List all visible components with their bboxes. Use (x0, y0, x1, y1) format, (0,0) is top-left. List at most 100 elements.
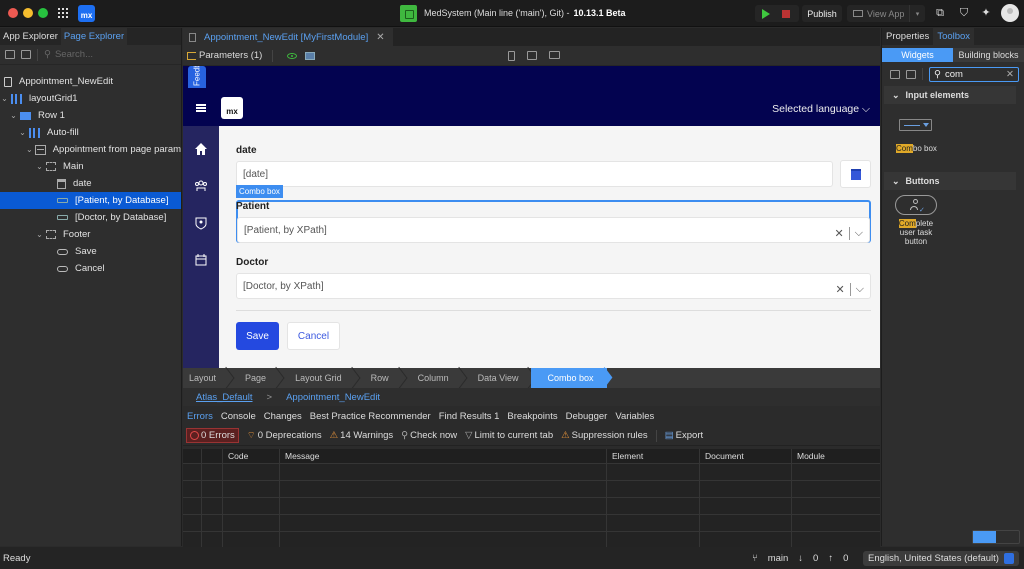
chevron-down-icon[interactable]: ⌄ (0, 94, 9, 103)
calendar-button[interactable] (840, 160, 871, 188)
toolbox-item-combo-box[interactable]: Combo box (882, 104, 1024, 170)
column-header-document[interactable]: Document (700, 449, 792, 463)
breadcrumb-item[interactable]: Column (402, 368, 462, 388)
column-header[interactable] (202, 449, 223, 463)
collapse-all-icon[interactable] (890, 69, 900, 79)
structure-mode-icon[interactable] (305, 51, 316, 60)
toolbox-search-input[interactable]: ⚲ com ✕ (929, 66, 1019, 82)
tab-variables[interactable]: Variables (615, 411, 654, 422)
layout-link[interactable]: Atlas_Default (196, 392, 253, 403)
deprecations-filter[interactable]: ⌔ 0 Deprecations (247, 430, 322, 441)
column-header-module[interactable]: Module (792, 449, 880, 463)
eye-icon[interactable] (287, 52, 298, 59)
maximize-window-button[interactable] (38, 8, 48, 18)
language-selector[interactable]: Selected language ⌵ (772, 103, 870, 116)
phone-icon[interactable] (508, 51, 515, 61)
tablet-icon[interactable] (527, 51, 537, 60)
tab-console[interactable]: Console (221, 411, 256, 422)
section-buttons[interactable]: ⌄ Buttons (884, 172, 1016, 190)
page-link[interactable]: Appointment_NewEdit (286, 392, 380, 403)
tab-page-explorer[interactable]: Page Explorer (60, 28, 128, 45)
chevron-down-icon[interactable]: ⌵ (855, 227, 863, 240)
save-button[interactable]: Save (236, 322, 279, 350)
tab-best-practice[interactable]: Best Practice Recommender (310, 411, 431, 422)
tab-properties[interactable]: Properties (882, 28, 933, 45)
breadcrumb-item[interactable]: Layout Grid (279, 368, 355, 388)
tree-node[interactable]: Cancel (0, 260, 181, 277)
tab-app-explorer[interactable]: App Explorer (0, 28, 61, 45)
hamburger-icon[interactable] (196, 104, 206, 112)
search-input[interactable]: ⚲ Search... (44, 49, 93, 60)
run-icon[interactable] (762, 8, 770, 19)
check-now-button[interactable]: ⚲ Check now (401, 430, 457, 441)
parameters-button[interactable]: Parameters (1) (187, 50, 262, 61)
tab-errors[interactable]: Errors (187, 411, 213, 422)
date-input[interactable]: [date] (236, 161, 833, 187)
tab-toolbox[interactable]: Toolbox (933, 28, 975, 45)
toolbox-item-complete-user-task-button[interactable]: ✓ Complete user task button (882, 190, 1024, 270)
column-header-code[interactable]: Code (223, 449, 280, 463)
view-app-button[interactable]: View App ▾ (847, 5, 925, 22)
chevron-down-icon[interactable]: ⌄ (18, 128, 27, 137)
chevron-down-icon[interactable]: ⌵ (856, 283, 864, 296)
clear-icon[interactable]: ✕ (834, 227, 843, 240)
clear-icon[interactable]: ✕ (835, 283, 844, 296)
cancel-button[interactable]: Cancel (287, 322, 340, 350)
collapse-all-icon[interactable] (5, 50, 15, 59)
clear-icon[interactable]: ✕ (1006, 69, 1014, 80)
chevron-down-icon[interactable]: ▾ (909, 5, 925, 22)
tree-node[interactable]: [Doctor, by Database] (0, 209, 181, 226)
feedback-tab[interactable]: Feedback (188, 66, 206, 88)
suppression-rules-button[interactable]: ⚠ Suppression rules (561, 430, 648, 441)
publish-button[interactable]: Publish (802, 5, 842, 22)
git-status[interactable]: ⑂ main ↓ 0 ↑ 0 (752, 553, 848, 564)
tree-node[interactable]: ⌄ layoutGrid1 (0, 90, 181, 107)
tree-node[interactable]: ⌄ Row 1 (0, 107, 181, 124)
users-icon[interactable] (194, 179, 208, 193)
expand-all-icon[interactable] (21, 50, 31, 59)
tree-node[interactable]: Save (0, 243, 181, 260)
limit-filter-button[interactable]: ▽ Limit to current tab (465, 430, 553, 441)
segment-widgets[interactable]: Widgets (882, 48, 953, 62)
doc-tab[interactable]: Appointment_NewEdit [MyFirstModule] ✕ (183, 28, 393, 46)
section-input-elements[interactable]: ⌄ Input elements (884, 86, 1016, 104)
home-icon[interactable] (194, 142, 208, 156)
tree-node[interactable]: ⌄ Main (0, 158, 181, 175)
tree-node[interactable]: date (0, 175, 181, 192)
doctor-combo-box[interactable]: [Doctor, by XPath] ✕ ⌵ (236, 273, 871, 299)
chevron-down-icon[interactable]: ⌄ (35, 162, 44, 171)
segment-building-blocks[interactable]: Building blocks (953, 48, 1024, 62)
tab-find-results[interactable]: Find Results 1 (439, 411, 500, 422)
chevron-down-icon[interactable]: ⌄ (35, 230, 44, 239)
close-window-button[interactable] (8, 8, 18, 18)
breadcrumb-item-active[interactable]: Combo box (531, 368, 607, 388)
expand-all-icon[interactable] (906, 69, 916, 79)
app-grid-icon[interactable] (58, 8, 68, 18)
chevron-down-icon[interactable]: ⌄ (26, 145, 33, 154)
list-view-icon[interactable] (996, 531, 1019, 543)
patient-combo-box[interactable]: [Patient, by XPath] ✕ ⌵ (237, 217, 870, 243)
breadcrumb-item[interactable]: Data View (462, 368, 532, 388)
column-header-message[interactable]: Message (280, 449, 607, 463)
breadcrumb-item[interactable]: Row (355, 368, 402, 388)
feedback-icon[interactable]: ⧉ (934, 7, 946, 19)
tab-breakpoints[interactable]: Breakpoints (507, 411, 557, 422)
export-button[interactable]: ▤ Export (665, 430, 703, 441)
tree-node[interactable]: ⌄ Auto-fill (0, 124, 181, 141)
language-select[interactable]: English, United States (default) (863, 551, 1019, 566)
stop-icon[interactable] (782, 9, 790, 18)
breadcrumb-item[interactable]: Layout (183, 368, 229, 388)
tree-node-selected[interactable]: [Patient, by Database] (0, 192, 181, 209)
errors-filter[interactable]: 0 Errors (186, 428, 239, 443)
shield-icon[interactable] (194, 216, 208, 230)
tree-node[interactable]: ⌄ Footer (0, 226, 181, 243)
sparkle-icon[interactable]: ✦ (980, 7, 992, 19)
marketplace-icon[interactable]: ⛉ (958, 7, 970, 19)
column-header-element[interactable]: Element (607, 449, 700, 463)
tree-node[interactable]: Appointment_NewEdit (0, 73, 181, 90)
tab-debugger[interactable]: Debugger (566, 411, 608, 422)
desktop-icon[interactable] (549, 51, 560, 59)
chevron-down-icon[interactable]: ⌄ (9, 111, 18, 120)
column-header[interactable] (183, 449, 202, 463)
breadcrumb-item[interactable]: Page (229, 368, 279, 388)
